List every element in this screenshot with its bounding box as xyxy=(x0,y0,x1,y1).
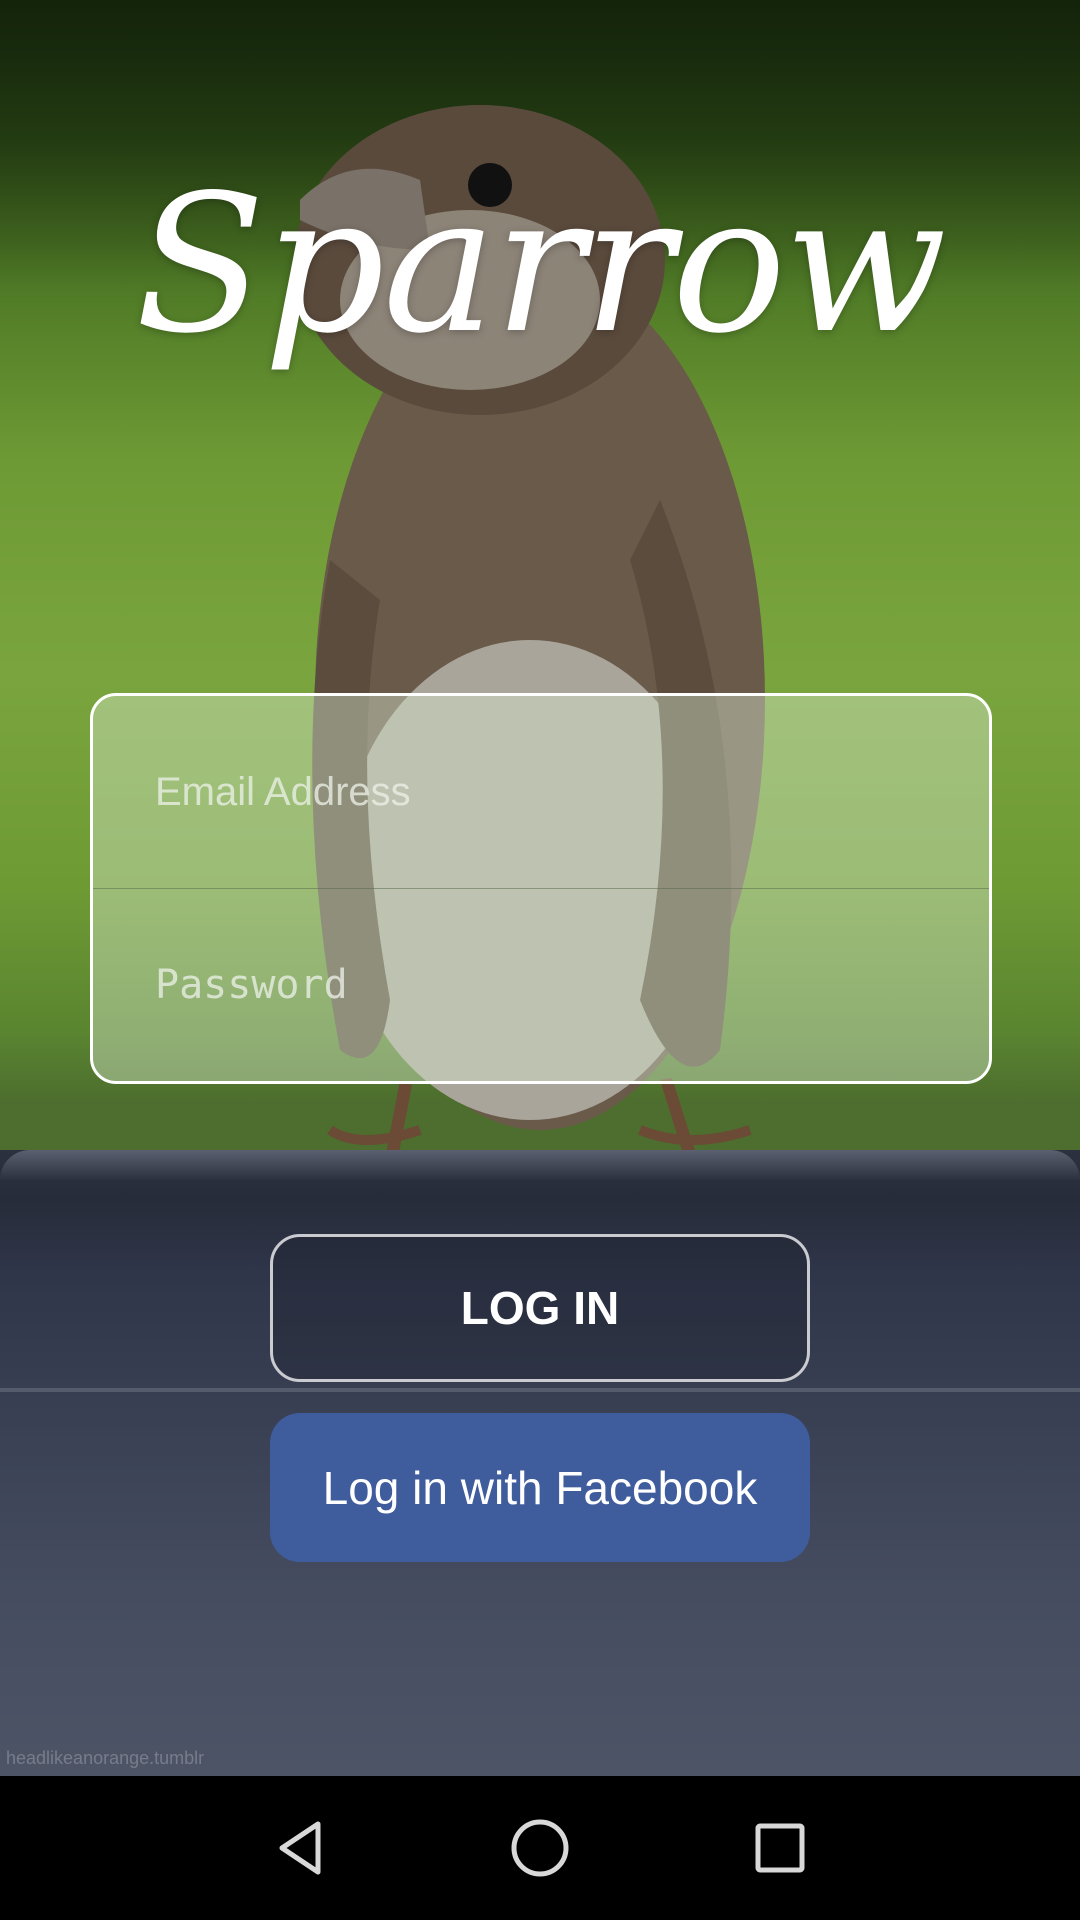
password-field[interactable] xyxy=(93,889,989,1081)
photo-credit: headlikeanorange.tumblr xyxy=(6,1748,205,1768)
login-form xyxy=(90,693,992,1084)
home-circle-icon xyxy=(511,1819,569,1877)
login-button[interactable]: LOG IN xyxy=(270,1234,810,1382)
navigation-bar xyxy=(0,1776,1080,1920)
email-field[interactable] xyxy=(93,696,989,888)
email-input[interactable] xyxy=(155,769,955,815)
app-logo: Sparrow xyxy=(135,154,947,375)
login-button-label: LOG IN xyxy=(460,1282,620,1334)
recents-button[interactable] xyxy=(730,1798,830,1898)
login-screen: headlikeanorange.tumblr Sparrow LOG IN L… xyxy=(0,0,1080,1920)
ledge-edge xyxy=(0,1150,1080,1180)
recents-square-icon xyxy=(755,1823,805,1873)
back-triangle-icon xyxy=(279,1821,321,1875)
ledge-line xyxy=(0,1388,1080,1392)
home-button[interactable] xyxy=(490,1798,590,1898)
facebook-login-label: Log in with Facebook xyxy=(322,1461,758,1514)
facebook-login-button[interactable]: Log in with Facebook xyxy=(270,1413,810,1562)
back-button[interactable] xyxy=(250,1798,350,1898)
password-input[interactable] xyxy=(155,962,955,1008)
